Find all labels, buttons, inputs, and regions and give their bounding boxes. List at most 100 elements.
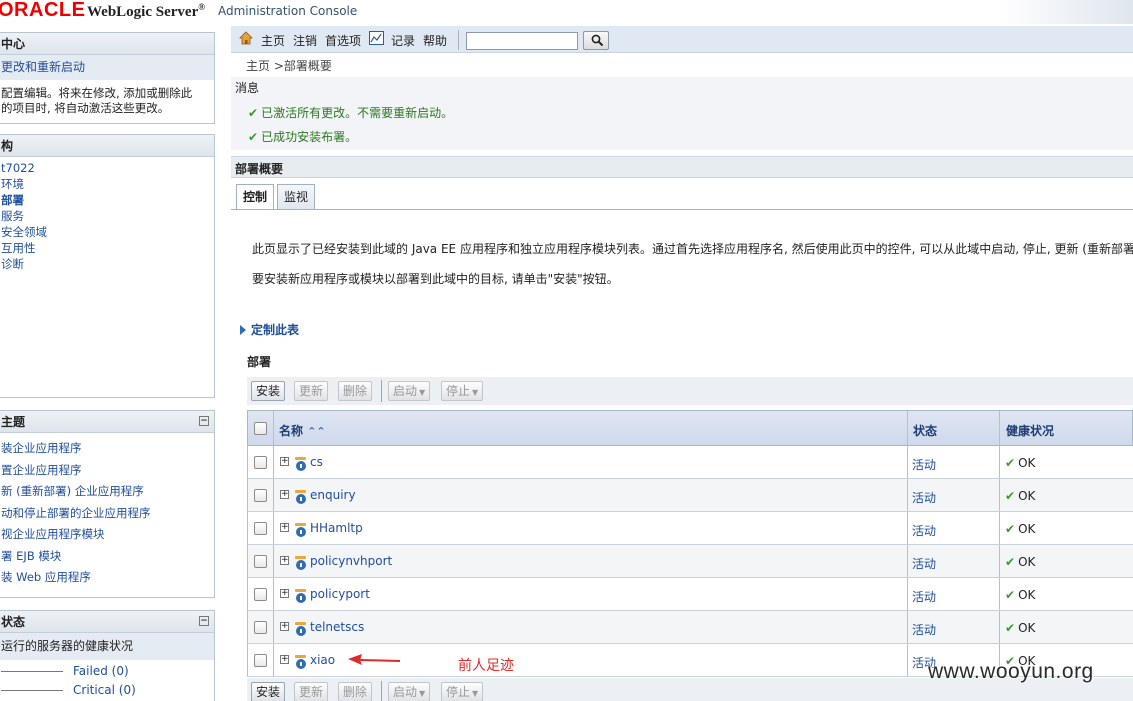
- record-link[interactable]: 记录: [391, 32, 415, 49]
- application-icon: [295, 523, 306, 537]
- state-link[interactable]: 活动: [912, 456, 936, 473]
- record-icon[interactable]: [369, 31, 384, 45]
- install-button[interactable]: 安装: [251, 381, 286, 401]
- change-center-text-line2: 的项目时, 将自动激活这些更改。: [1, 101, 170, 115]
- help-link-install-web-app[interactable]: 装 Web 应用程序: [0, 567, 214, 589]
- product-name: WebLogic Server®: [87, 2, 205, 20]
- row-checkbox[interactable]: [254, 456, 267, 469]
- row-checkbox[interactable]: [254, 522, 267, 535]
- column-divider: [999, 578, 1000, 610]
- expand-plus-icon[interactable]: +: [280, 556, 289, 565]
- tree-item-deployments[interactable]: 部署: [0, 192, 214, 208]
- message-item: ✔ 已成功安装布署。: [248, 130, 358, 144]
- help-link-deploy-ejb[interactable]: 署 EJB 模块: [0, 546, 214, 568]
- home-icon[interactable]: [239, 31, 253, 45]
- column-divider: [273, 578, 274, 610]
- help-link[interactable]: 帮助: [423, 32, 447, 49]
- state-link[interactable]: 活动: [912, 555, 936, 572]
- column-divider: [907, 545, 908, 577]
- select-all-checkbox[interactable]: [254, 422, 267, 435]
- state-link[interactable]: 活动: [912, 621, 936, 638]
- expand-plus-icon[interactable]: +: [280, 457, 289, 466]
- row-checkbox[interactable]: [254, 621, 267, 634]
- help-link-monitor-app[interactable]: 视企业应用程序模块: [0, 524, 214, 546]
- health-failed-link[interactable]: Failed (0): [73, 664, 129, 678]
- collapse-icon[interactable]: −: [199, 416, 209, 426]
- install-button[interactable]: 安装: [251, 682, 286, 701]
- search-input[interactable]: [466, 32, 578, 50]
- tree-item-services[interactable]: 服务: [0, 208, 214, 224]
- app-name-link[interactable]: policyport: [310, 587, 370, 601]
- collapse-icon[interactable]: −: [199, 616, 209, 626]
- home-link[interactable]: 主页: [261, 32, 285, 49]
- expand-plus-icon[interactable]: +: [280, 490, 289, 499]
- health-critical-link[interactable]: Critical (0): [73, 683, 136, 697]
- server-health-subtitle: 运行的服务器的健康状况: [0, 633, 214, 660]
- deployments-title: 部署: [247, 355, 272, 369]
- customize-table-link[interactable]: 定制此表: [240, 321, 299, 338]
- delete-button[interactable]: 删除: [338, 682, 373, 701]
- column-divider: [273, 446, 274, 478]
- app-name-link[interactable]: HHamltp: [310, 521, 363, 535]
- application-icon: [295, 457, 306, 471]
- update-button[interactable]: 更新: [294, 682, 329, 701]
- help-link-install-app[interactable]: 装企业应用程序: [0, 438, 214, 460]
- logout-link[interactable]: 注销: [293, 32, 317, 49]
- top-toolbar: 主页 注销 首选项 记录 帮助: [231, 26, 1133, 53]
- tree-item-interoperability[interactable]: 互用性: [0, 240, 214, 256]
- delete-button[interactable]: 删除: [338, 381, 373, 401]
- sort-ascending-icon: ⌃⌃: [307, 425, 326, 438]
- update-button[interactable]: 更新: [294, 381, 329, 401]
- tree-item-diagnostics[interactable]: 诊断: [0, 256, 214, 272]
- app-name-link[interactable]: policynvhport: [310, 554, 392, 568]
- app-name-link[interactable]: telnetscs: [310, 620, 364, 634]
- tab-monitoring[interactable]: 监视: [277, 184, 316, 209]
- row-checkbox[interactable]: [254, 555, 267, 568]
- tree-item-domain[interactable]: t7022: [0, 160, 214, 176]
- start-button[interactable]: 启动 ▼: [388, 381, 431, 401]
- view-changes-link[interactable]: 更改和重新启动: [0, 55, 214, 80]
- application-icon: [295, 622, 306, 636]
- column-divider: [907, 512, 908, 544]
- column-header-health[interactable]: 健康状况: [1006, 422, 1054, 439]
- message-item: ✔ 已激活所有更改。不需要重新启动。: [248, 106, 454, 120]
- row-checkbox[interactable]: [254, 588, 267, 601]
- help-link-start-stop-app[interactable]: 动和停止部署的企业应用程序: [0, 503, 214, 525]
- app-name-link[interactable]: xiao: [310, 653, 335, 667]
- stop-button[interactable]: 停止 ▼: [441, 682, 484, 701]
- tree-item-environment[interactable]: 环境: [0, 176, 214, 192]
- column-header-state[interactable]: 状态: [913, 422, 937, 439]
- expand-plus-icon[interactable]: +: [280, 622, 289, 631]
- row-checkbox[interactable]: [254, 489, 267, 502]
- column-divider: [273, 611, 274, 643]
- start-button[interactable]: 启动 ▼: [388, 682, 431, 701]
- state-link[interactable]: 活动: [912, 588, 936, 605]
- tree-item-security-realms[interactable]: 安全领域: [0, 224, 214, 240]
- health-cell: ✔ OK: [1005, 555, 1036, 569]
- search-button[interactable]: [583, 31, 609, 50]
- preferences-link[interactable]: 首选项: [325, 32, 361, 49]
- help-link-update-app[interactable]: 新 (重新部署) 企业应用程序: [0, 481, 214, 503]
- column-divider: [273, 512, 274, 544]
- stop-button[interactable]: 停止 ▼: [441, 381, 484, 401]
- column-divider: [999, 611, 1000, 643]
- state-link[interactable]: 活动: [912, 522, 936, 539]
- header-bar: ORACLE WebLogic Server® Administration C…: [0, 0, 1133, 24]
- app-name-link[interactable]: enquiry: [310, 488, 356, 502]
- column-divider: [907, 578, 908, 610]
- expand-plus-icon[interactable]: +: [280, 589, 289, 598]
- breadcrumb[interactable]: 主页 >部署概要: [246, 57, 332, 74]
- expand-plus-icon[interactable]: +: [280, 655, 289, 664]
- chevron-down-icon: ▼: [472, 388, 479, 397]
- toolbar-divider: [458, 30, 459, 50]
- app-name-link[interactable]: cs: [310, 455, 323, 469]
- check-icon: ✔: [1005, 588, 1016, 602]
- state-link[interactable]: 活动: [912, 489, 936, 506]
- row-checkbox[interactable]: [254, 654, 267, 667]
- description-text: 此页显示了已经安装到此域的 Java EE 应用程序和独立应用程序模块列表。通过…: [252, 242, 1133, 256]
- column-header-name[interactable]: 名称 ⌃⌃: [279, 422, 326, 439]
- expand-plus-icon[interactable]: +: [280, 523, 289, 532]
- tab-control[interactable]: 控制: [236, 184, 275, 210]
- help-link-configure-app[interactable]: 置企业应用程序: [0, 460, 214, 482]
- table-row: + HHamltp 活动 ✔ OK: [247, 512, 1133, 545]
